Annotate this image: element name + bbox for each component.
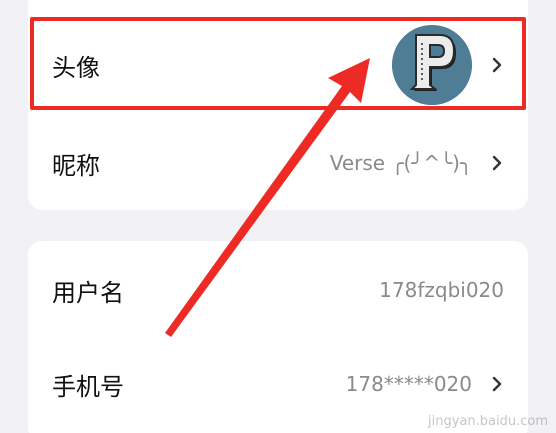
- chevron-right-icon: [490, 155, 504, 171]
- nickname-label: 昵称: [52, 151, 100, 180]
- avatar-label: 头像: [52, 53, 100, 82]
- account-card: 用户名 178fzqbi020 手机号 178*****020: [28, 241, 528, 433]
- chevron-right-icon: [490, 376, 504, 392]
- nickname-row[interactable]: 昵称 Verse ╭(╯^╰)╮: [28, 116, 528, 210]
- phone-label: 手机号: [52, 372, 124, 401]
- avatar[interactable]: [392, 25, 472, 105]
- avatar-letter-p-icon: [392, 25, 472, 105]
- nickname-value: Verse ╭(╯^╰)╮: [329, 151, 472, 175]
- chevron-right-icon: [490, 57, 504, 73]
- avatar-row[interactable]: 头像: [28, 18, 528, 112]
- profile-settings-page: 头像 昵称 Verse ╭(╯^╰)╮ 用户名 178fzqbi020 手机号 …: [0, 0, 556, 433]
- username-label: 用户名: [52, 278, 124, 307]
- profile-card: 头像 昵称 Verse ╭(╯^╰)╮: [28, 0, 528, 210]
- phone-value: 178*****020: [345, 372, 472, 396]
- username-value: 178fzqbi020: [379, 278, 504, 302]
- username-row: 用户名 178fzqbi020: [28, 243, 528, 337]
- phone-row[interactable]: 手机号 178*****020: [28, 337, 528, 431]
